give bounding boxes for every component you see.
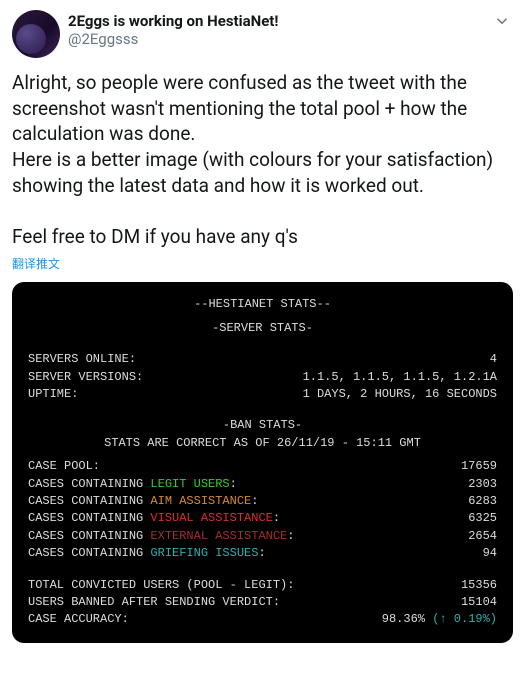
label-aim-suffix: : [251,494,258,508]
label-external-suffix: : [287,529,294,543]
value-accuracy-pct: 98.36% [382,612,432,626]
row-grief: CASES CONTAINING GRIEFING ISSUES: 94 [28,545,497,562]
value-uptime: 1 DAYS, 2 HOURS, 16 SECONDS [303,386,497,403]
label-aim-prefix: CASES CONTAINING [28,494,150,508]
row-case-pool: CASE POOL: 17659 [28,458,497,475]
row-accuracy: CASE ACCURACY: 98.36% (↑ 0.19%) [28,611,497,628]
label-convicted: TOTAL CONVICTED USERS (POOL - LEGIT): [28,577,294,594]
label-case-pool: CASE POOL: [28,458,100,475]
label-external: CASES CONTAINING EXTERNAL ASSISTANCE: [28,528,294,545]
value-visual: 6325 [468,510,497,527]
label-external-colored: EXTERNAL ASSISTANCE [150,529,287,543]
value-aim: 6283 [468,493,497,510]
row-servers-online: SERVERS ONLINE: 4 [28,351,497,368]
terminal-title: --HESTIANET STATS-- [28,296,497,313]
stats-asof: STATS ARE CORRECT AS OF 26/11/19 - 15:11… [28,435,497,452]
row-aim: CASES CONTAINING AIM ASSISTANCE: 6283 [28,493,497,510]
tweet-header: 2Eggs is working on HestiaNet! @2Eggsss [12,10,513,58]
value-banned: 15104 [461,594,497,611]
label-external-prefix: CASES CONTAINING [28,529,150,543]
label-grief-prefix: CASES CONTAINING [28,546,150,560]
label-visual-suffix: : [273,511,280,525]
row-server-versions: SERVER VERSIONS: 1.1.5, 1.1.5, 1.1.5, 1.… [28,369,497,386]
label-servers-online: SERVERS ONLINE: [28,351,136,368]
label-legit-colored: LEGIT USERS [150,477,229,491]
label-uptime: UPTIME: [28,386,78,403]
row-banned: USERS BANNED AFTER SENDING VERDICT: 1510… [28,594,497,611]
label-aim-colored: AIM ASSISTANCE [150,494,251,508]
terminal-screenshot: --HESTIANET STATS-- -SERVER STATS- SERVE… [12,282,513,642]
value-grief: 94 [483,545,497,562]
label-visual-prefix: CASES CONTAINING [28,511,150,525]
section-server-stats: -SERVER STATS- [28,320,497,337]
tweet-container: 2Eggs is working on HestiaNet! @2Eggsss … [0,0,525,272]
label-aim: CASES CONTAINING AIM ASSISTANCE: [28,493,258,510]
value-external: 2654 [468,528,497,545]
row-visual: CASES CONTAINING VISUAL ASSISTANCE: 6325 [28,510,497,527]
value-case-pool: 17659 [461,458,497,475]
section-ban-stats: -BAN STATS- [28,417,497,434]
value-accuracy-delta: (↑ 0.19%) [432,612,497,626]
label-accuracy: CASE ACCURACY: [28,611,129,628]
row-convicted: TOTAL CONVICTED USERS (POOL - LEGIT): 15… [28,577,497,594]
row-legit: CASES CONTAINING LEGIT USERS: 2303 [28,476,497,493]
value-accuracy: 98.36% (↑ 0.19%) [382,611,497,628]
chevron-down-icon[interactable] [491,10,513,36]
label-grief-suffix: : [258,546,265,560]
translate-link[interactable]: 翻译推文 [12,255,60,272]
name-block: 2Eggs is working on HestiaNet! @2Eggsss [68,10,278,48]
value-server-versions: 1.1.5, 1.1.5, 1.1.5, 1.2.1A [303,369,497,386]
value-convicted: 15356 [461,577,497,594]
row-uptime: UPTIME: 1 DAYS, 2 HOURS, 16 SECONDS [28,386,497,403]
value-legit: 2303 [468,476,497,493]
avatar[interactable] [12,10,60,58]
label-grief-colored: GRIEFING ISSUES [150,546,258,560]
row-external: CASES CONTAINING EXTERNAL ASSISTANCE: 26… [28,528,497,545]
handle[interactable]: @2Eggsss [68,30,278,48]
label-grief: CASES CONTAINING GRIEFING ISSUES: [28,545,266,562]
value-servers-online: 4 [490,351,497,368]
label-legit-prefix: CASES CONTAINING [28,477,150,491]
label-server-versions: SERVER VERSIONS: [28,369,143,386]
label-legit: CASES CONTAINING LEGIT USERS: [28,476,237,493]
label-banned: USERS BANNED AFTER SENDING VERDICT: [28,594,280,611]
tweet-text: Alright, so people were confused as the … [12,70,513,249]
label-visual-colored: VISUAL ASSISTANCE [150,511,272,525]
display-name[interactable]: 2Eggs is working on HestiaNet! [68,12,278,30]
label-legit-suffix: : [230,477,237,491]
label-visual: CASES CONTAINING VISUAL ASSISTANCE: [28,510,280,527]
